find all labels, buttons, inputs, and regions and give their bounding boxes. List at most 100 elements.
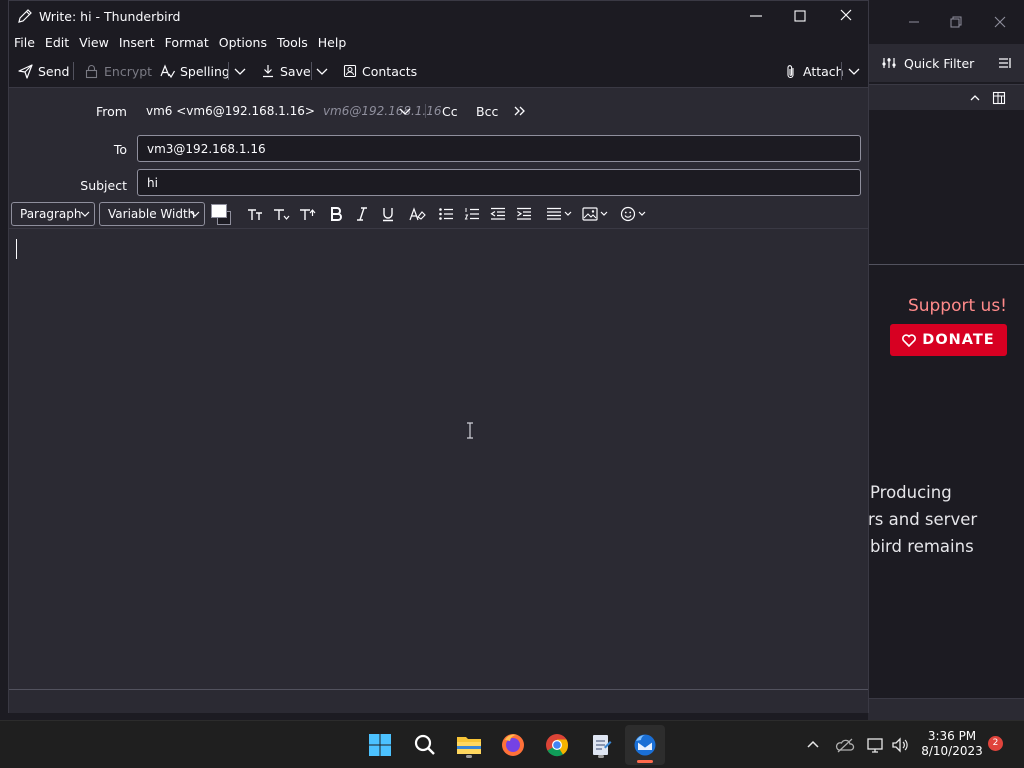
italic-icon[interactable]: [352, 205, 372, 223]
recipient-pill[interactable]: vm3@192.168.1.16: [147, 142, 266, 156]
column-picker-icon[interactable]: [992, 91, 1006, 105]
windows-start-icon[interactable]: [365, 730, 395, 760]
running-indicator: [466, 755, 472, 758]
encrypt-button[interactable]: Encrypt: [84, 61, 152, 81]
alignment-menu-icon[interactable]: [545, 205, 575, 223]
font-family-select[interactable]: Variable Width: [99, 202, 205, 226]
contacts-label: Contacts: [362, 63, 418, 79]
main-status-bar: [868, 698, 1024, 720]
lock-icon: [84, 64, 99, 79]
message-body-editor[interactable]: [9, 230, 868, 689]
quick-filter-icon[interactable]: [882, 56, 896, 70]
to-field[interactable]: vm3@192.168.1.16: [137, 135, 861, 162]
compose-titlebar: Write: hi - Thunderbird: [9, 1, 868, 31]
spelling-button[interactable]: Spelling: [160, 61, 230, 81]
list-view-icon[interactable]: [998, 56, 1012, 70]
insert-image-menu-icon[interactable]: [581, 205, 611, 223]
send-button[interactable]: Send: [18, 61, 69, 81]
text-caret: [16, 239, 17, 259]
start-page-text-line: bird remains: [870, 537, 974, 556]
save-dropdown[interactable]: [315, 61, 329, 81]
onedrive-icon[interactable]: [835, 735, 855, 755]
search-icon[interactable]: [410, 730, 440, 760]
start-page-text-line: rs and server: [868, 510, 978, 529]
menu-bar: File Edit View Insert Format Options Too…: [9, 31, 868, 53]
toolbar-separator: [841, 62, 842, 80]
remove-formatting-icon[interactable]: [407, 205, 427, 223]
subject-field[interactable]: hi: [137, 169, 861, 196]
file-explorer-icon[interactable]: [454, 730, 484, 760]
indent-icon[interactable]: [514, 205, 534, 223]
font-size-smaller-icon[interactable]: [245, 205, 265, 223]
address-headers: From vm6 <vm6@192.168.1.16> vm6@192.168.1…: [9, 89, 868, 201]
thunderbird-icon[interactable]: [625, 725, 665, 765]
chrome-icon[interactable]: [542, 730, 572, 760]
chevron-down-icon: [189, 208, 201, 220]
network-icon[interactable]: [866, 735, 886, 755]
menu-edit[interactable]: Edit: [45, 35, 69, 50]
menu-options[interactable]: Options: [219, 35, 267, 50]
menu-view[interactable]: View: [79, 35, 109, 50]
donate-button[interactable]: DONATE: [890, 324, 1007, 356]
menu-insert[interactable]: Insert: [119, 35, 155, 50]
save-label: Save: [280, 63, 311, 79]
main-window-titlebar: [868, 0, 1024, 42]
notepad-icon[interactable]: [586, 730, 616, 760]
header-separator: [425, 104, 426, 118]
notification-badge[interactable]: 2: [988, 736, 1003, 751]
emoji-menu-icon[interactable]: [619, 205, 649, 223]
numbered-list-icon[interactable]: [462, 205, 482, 223]
cc-button[interactable]: Cc: [442, 104, 458, 119]
bold-icon[interactable]: [326, 205, 346, 223]
attach-button[interactable]: Attach: [784, 61, 844, 81]
quick-filter-button[interactable]: Quick Filter: [904, 56, 974, 71]
paperclip-icon: [784, 64, 798, 79]
maximize-icon[interactable]: [789, 6, 811, 26]
from-identity-alias: vm6@192.168.1.16: [322, 104, 442, 118]
chevron-down-icon: [315, 64, 329, 78]
menu-format[interactable]: Format: [165, 35, 209, 50]
thread-list[interactable]: [868, 110, 1024, 265]
paragraph-format-select[interactable]: Paragraph: [11, 202, 95, 226]
attach-label: Attach: [803, 63, 844, 79]
windows-taskbar: [0, 720, 1024, 768]
bulleted-list-icon[interactable]: [436, 205, 456, 223]
chevron-down-icon[interactable]: [398, 104, 412, 118]
window-title: Write: hi - Thunderbird: [39, 9, 181, 24]
donate-label: DONATE: [922, 332, 995, 348]
chevron-up-icon[interactable]: [803, 735, 823, 755]
text-color-swatch[interactable]: [211, 203, 237, 225]
contacts-button[interactable]: Contacts: [343, 61, 417, 81]
close-icon[interactable]: [990, 12, 1010, 32]
encrypt-label: Encrypt: [104, 63, 153, 79]
restore-icon[interactable]: [946, 12, 966, 32]
download-icon: [261, 64, 275, 78]
underline-icon[interactable]: [378, 205, 398, 223]
attach-dropdown[interactable]: [847, 61, 861, 81]
firefox-icon[interactable]: [498, 730, 528, 760]
volume-icon[interactable]: [890, 735, 910, 755]
spelling-label: Spelling: [180, 63, 230, 79]
more-headers-icon[interactable]: [513, 104, 527, 118]
bcc-button[interactable]: Bcc: [476, 104, 498, 119]
font-size-reset-icon[interactable]: [271, 205, 291, 223]
menu-tools[interactable]: Tools: [277, 35, 308, 50]
compose-toolbar: Send Encrypt Spelling Save Contacts Atta…: [9, 53, 868, 88]
outdent-icon[interactable]: [488, 205, 508, 223]
font-size-larger-icon[interactable]: [297, 205, 317, 223]
menu-help[interactable]: Help: [318, 35, 347, 50]
spelling-dropdown[interactable]: [233, 61, 247, 81]
heart-icon: [902, 333, 917, 347]
minimize-icon[interactable]: [745, 6, 767, 26]
menu-file[interactable]: File: [14, 35, 35, 50]
chevron-down-icon: [847, 64, 861, 78]
close-icon[interactable]: [835, 6, 857, 26]
save-button[interactable]: Save: [261, 61, 311, 81]
minimize-icon[interactable]: [904, 12, 924, 32]
send-icon: [18, 63, 33, 79]
taskbar-clock[interactable]: 3:36 PM 8/10/2023: [918, 729, 986, 759]
subject-value: hi: [147, 176, 158, 190]
from-identity-value: vm6 <vm6@192.168.1.16>: [146, 104, 315, 118]
font-family-value: Variable Width: [108, 207, 196, 221]
chevron-up-icon[interactable]: [968, 91, 982, 105]
